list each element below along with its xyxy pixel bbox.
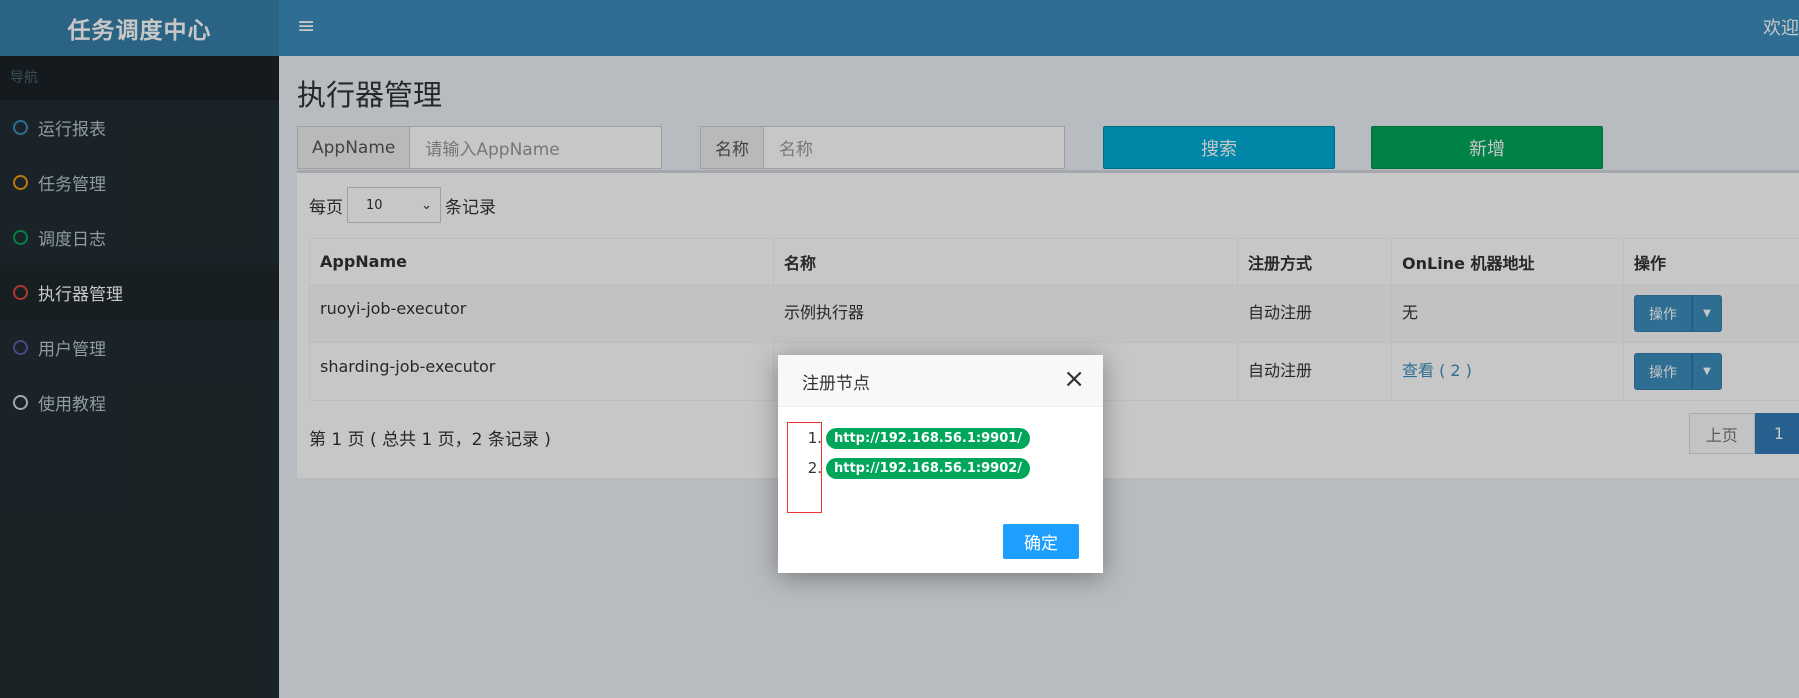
node-address-badge: http://192.168.56.1:9902/ (826, 457, 1031, 479)
node-address-badge: http://192.168.56.1:9901/ (826, 427, 1031, 449)
register-nodes-dialog: 注册节点 × 1. http://192.168.56.1:9901/ 2. h… (778, 355, 1103, 573)
dialog-header: 注册节点 × (778, 355, 1103, 407)
close-icon[interactable]: × (1063, 366, 1085, 392)
dialog-title: 注册节点 (802, 374, 870, 394)
list-item: 1. http://192.168.56.1:9901/ (800, 423, 1031, 453)
confirm-button[interactable]: 确定 (1003, 524, 1079, 559)
list-number: 2. (807, 459, 822, 477)
modal-backdrop[interactable] (0, 0, 1799, 698)
node-list: 1. http://192.168.56.1:9901/ 2. http://1… (800, 423, 1031, 483)
list-item: 2. http://192.168.56.1:9902/ (800, 453, 1031, 483)
list-number: 1. (807, 429, 822, 447)
